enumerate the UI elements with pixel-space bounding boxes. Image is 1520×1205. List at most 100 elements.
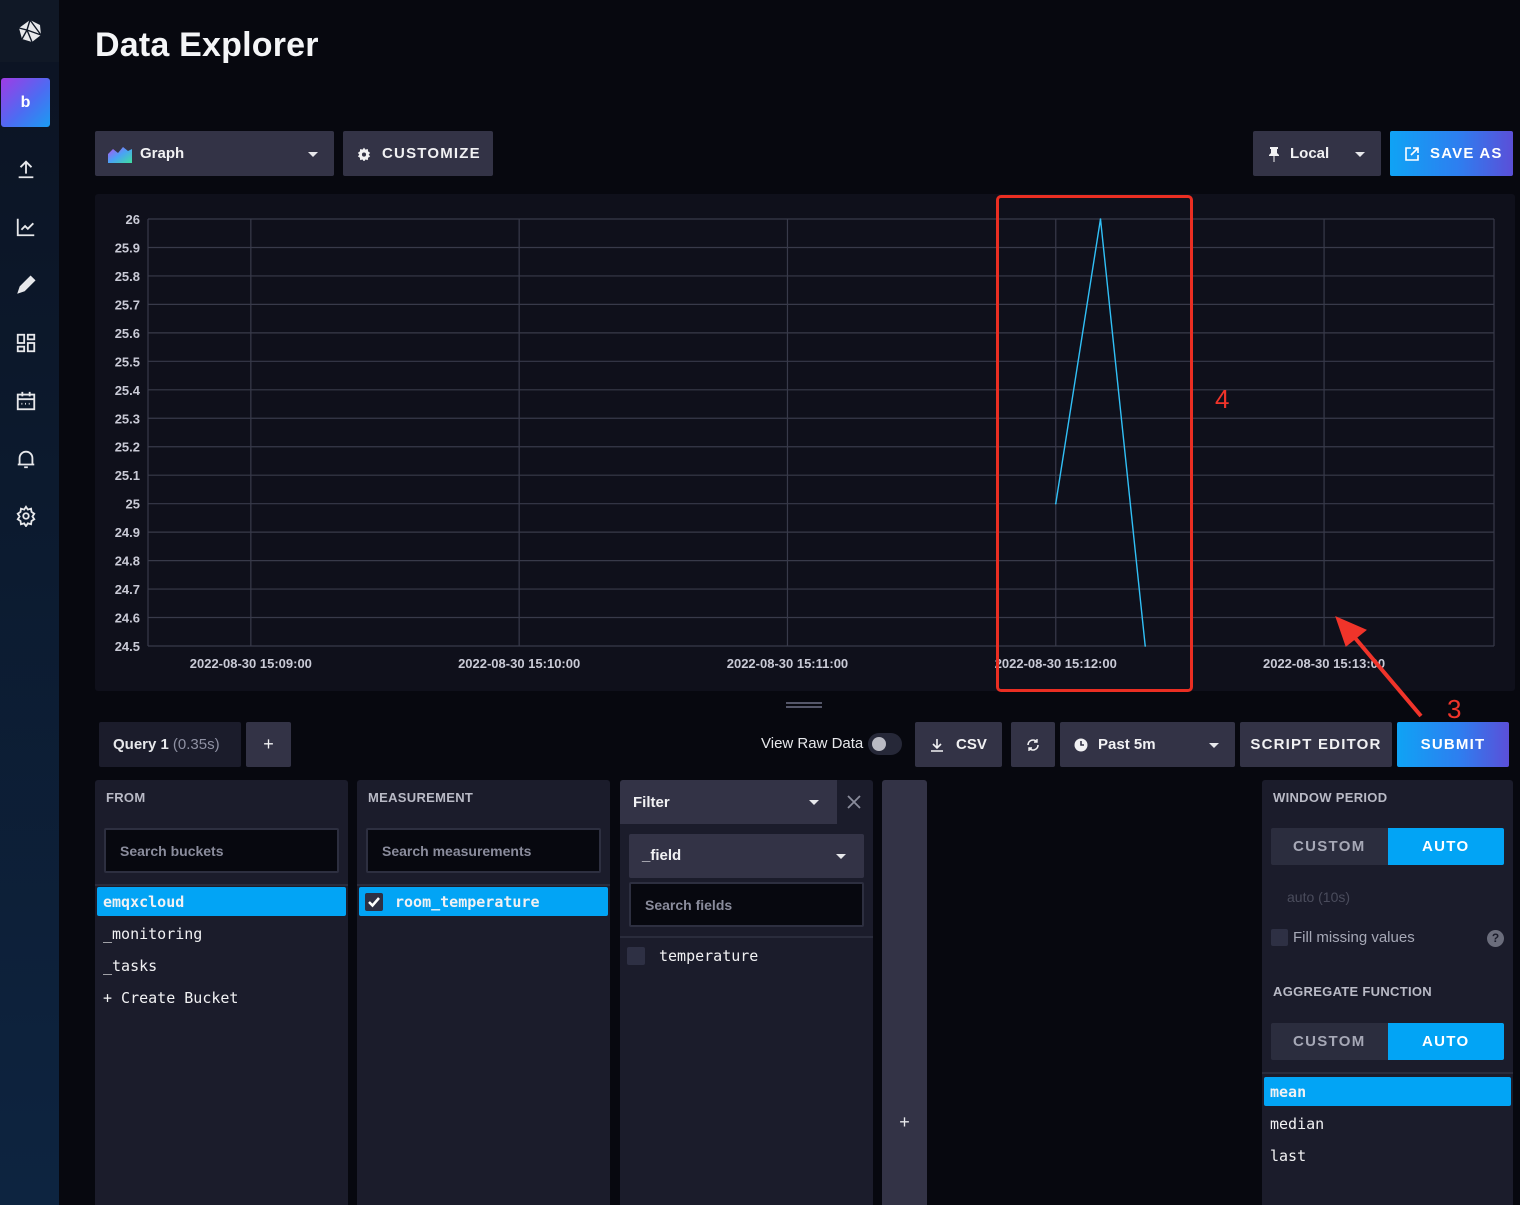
add-query-button[interactable]: + <box>246 722 291 767</box>
add-filter-button[interactable]: + <box>882 780 927 1205</box>
org-avatar-button[interactable]: b <box>1 78 50 127</box>
window-period-toggle: CUSTOM AUTO <box>1271 828 1504 865</box>
graph-panel: 26 25.9 25.8 25.7 25.6 25.5 25.4 25.3 25.2 25.1 25… <box>95 194 1515 691</box>
fill-missing-checkbox[interactable] <box>1271 929 1288 946</box>
csv-label: CSV <box>956 736 987 753</box>
y-tick-label: 24.8 <box>115 554 140 569</box>
timezone-label: Local <box>1290 145 1330 162</box>
bell-icon <box>17 450 35 469</box>
annotation-box-4 <box>996 195 1193 692</box>
pin-icon <box>1269 146 1279 162</box>
graph-icon <box>16 218 35 237</box>
check-icon <box>368 896 380 907</box>
vis-type-label: Graph <box>140 145 185 162</box>
help-icon[interactable]: ? <box>1487 930 1504 947</box>
bucket-label: emqxcloud <box>103 892 185 911</box>
field-label: temperature <box>659 946 759 965</box>
y-tick-label: 25 <box>126 497 140 512</box>
refresh-icon <box>1027 738 1039 751</box>
x-tick-label: 2022-08-30 15:09:00 <box>190 656 312 671</box>
gear-icon <box>357 147 371 161</box>
external-link-icon <box>1405 146 1419 161</box>
create-bucket-label: + Create Bucket <box>103 988 239 1007</box>
chevron-down-icon <box>809 800 819 805</box>
aggregate-item-mean[interactable]: mean <box>1264 1077 1511 1106</box>
query-tab-label: Query 1 <box>113 736 169 753</box>
bucket-item-emqxcloud[interactable]: emqxcloud <box>97 887 346 916</box>
window-period-auto-button[interactable]: AUTO <box>1387 828 1504 865</box>
graph-type-icon <box>108 146 132 163</box>
aggregate-custom-button[interactable]: CUSTOM <box>1271 1023 1388 1060</box>
measurement-panel: MEASUREMENT Search measurements room_tem… <box>357 780 610 1205</box>
x-tick-label: 2022-08-30 15:13:00 <box>1263 656 1385 671</box>
create-bucket-item[interactable]: + Create Bucket <box>97 983 238 1012</box>
nav-load-data[interactable] <box>12 155 40 183</box>
filter-key-dropdown[interactable]: _field <box>629 834 864 878</box>
line-chart[interactable]: 26 25.9 25.8 25.7 25.6 25.5 25.4 25.3 25.2 25.1 25… <box>95 194 1515 691</box>
resize-handle[interactable] <box>786 702 822 708</box>
measurement-title: MEASUREMENT <box>368 790 474 805</box>
chevron-down-icon <box>1355 151 1365 157</box>
bucket-label: _tasks <box>103 956 158 975</box>
window-period-custom-button[interactable]: CUSTOM <box>1271 828 1388 865</box>
bucket-item-monitoring[interactable]: _monitoring <box>97 919 202 948</box>
filter-type-dropdown[interactable]: Filter <box>620 780 837 824</box>
y-tick-label: 25.1 <box>115 468 140 483</box>
chevron-down-icon <box>1209 742 1219 748</box>
clock-icon <box>1074 738 1088 751</box>
checkbox-checked[interactable] <box>365 892 383 911</box>
submit-button[interactable]: SUBMIT <box>1397 722 1509 767</box>
nav-settings[interactable] <box>12 502 40 530</box>
view-raw-data-toggle[interactable] <box>868 733 902 755</box>
vis-type-dropdown[interactable]: Graph <box>95 131 334 176</box>
org-initial: b <box>20 93 31 111</box>
measurement-label: room_temperature <box>395 892 540 911</box>
field-item-temperature[interactable]: temperature <box>622 941 758 970</box>
aggregate-toggle: CUSTOM AUTO <box>1271 1023 1504 1060</box>
aggregate-item-median[interactable]: median <box>1264 1109 1324 1138</box>
refresh-button[interactable] <box>1011 722 1055 767</box>
influxdb-logo[interactable] <box>0 0 59 62</box>
from-title: FROM <box>106 790 146 805</box>
fill-missing-label: Fill missing values <box>1293 929 1415 946</box>
measurement-item-room-temperature[interactable]: room_temperature <box>359 887 608 916</box>
checkbox-unchecked[interactable] <box>627 946 645 965</box>
customize-button[interactable]: CUSTOMIZE <box>343 131 493 176</box>
customize-label: CUSTOMIZE <box>382 145 481 162</box>
search-measurements-placeholder: Search measurements <box>382 842 532 859</box>
nav-dashboards[interactable] <box>12 329 40 357</box>
timezone-dropdown[interactable]: Local <box>1253 131 1381 176</box>
csv-download-button[interactable]: CSV <box>915 722 1002 767</box>
time-range-dropdown[interactable]: Past 5m <box>1060 722 1235 767</box>
search-fields-placeholder: Search fields <box>645 896 733 913</box>
nav-data-explorer[interactable] <box>12 213 40 241</box>
nav-tasks[interactable] <box>12 387 40 415</box>
script-editor-button[interactable]: SCRIPT EDITOR <box>1240 722 1392 767</box>
close-icon <box>847 795 861 809</box>
aggregate-function-title: AGGREGATE FUNCTION <box>1273 984 1432 999</box>
from-panel: FROM Search buckets emqxcloud _monitorin… <box>95 780 348 1205</box>
y-tick-label: 25.5 <box>115 354 140 369</box>
filter-type-label: Filter <box>633 794 670 811</box>
nav-alerts[interactable] <box>12 445 40 473</box>
chevron-down-icon <box>836 854 846 859</box>
search-buckets-placeholder: Search buckets <box>120 842 224 859</box>
query-time: (0.35s) <box>172 736 220 753</box>
bucket-item-tasks[interactable]: _tasks <box>97 951 157 980</box>
filter-key-label: _field <box>642 847 682 864</box>
y-tick-label: 24.9 <box>115 525 140 540</box>
search-measurements-input[interactable]: Search measurements <box>366 828 601 873</box>
y-tick-label: 25.4 <box>115 383 141 398</box>
script-editor-label: SCRIPT EDITOR <box>1250 736 1382 753</box>
aggregate-auto-button[interactable]: AUTO <box>1387 1023 1504 1060</box>
aggregate-label: mean <box>1270 1082 1307 1101</box>
nav-notebooks[interactable] <box>12 271 40 299</box>
remove-filter-button[interactable] <box>846 790 866 814</box>
pencil-icon <box>17 275 36 294</box>
query-tab[interactable]: Query 1 (0.35s) <box>99 722 241 767</box>
plus-icon: + <box>263 734 274 754</box>
aggregate-item-last[interactable]: last <box>1264 1141 1306 1170</box>
search-fields-input[interactable]: Search fields <box>629 882 864 927</box>
save-as-button[interactable]: SAVE AS <box>1390 131 1513 176</box>
search-buckets-input[interactable]: Search buckets <box>104 828 339 873</box>
